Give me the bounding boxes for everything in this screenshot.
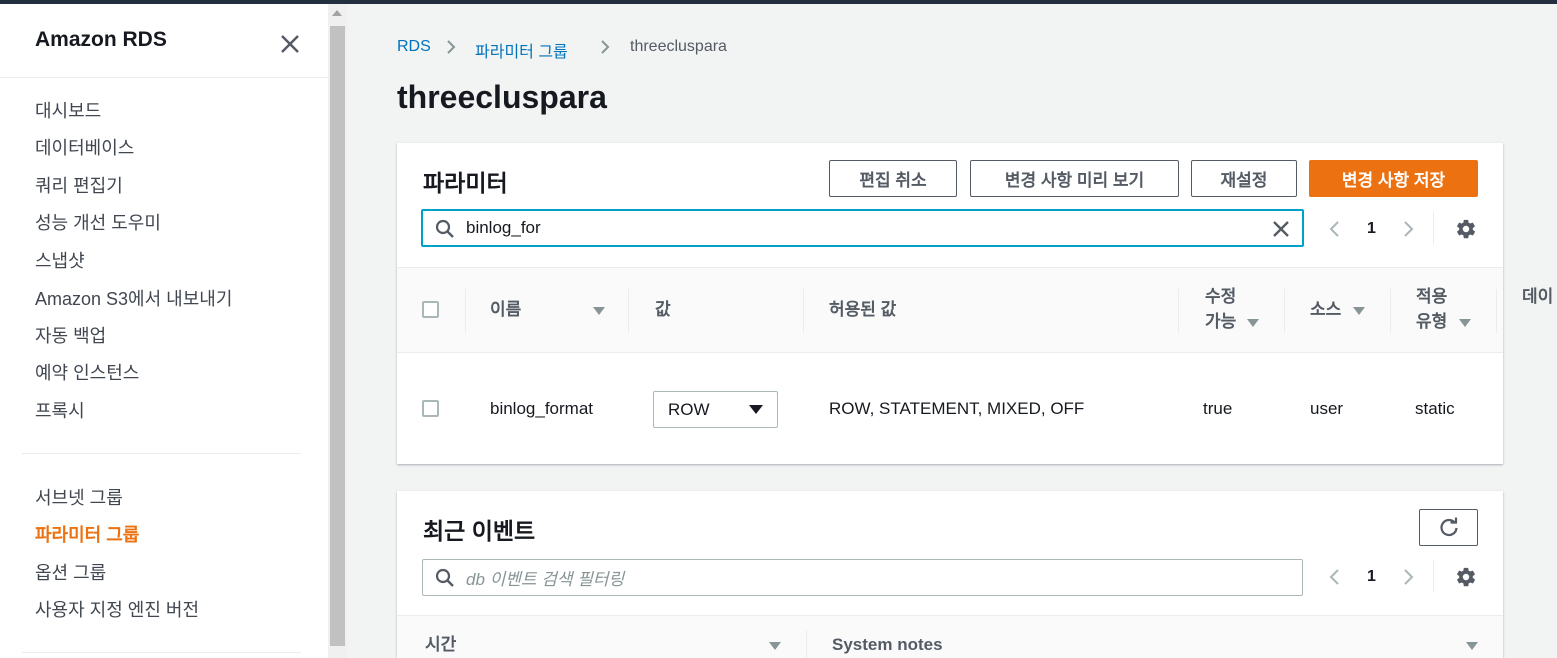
sidebar: Amazon RDS 대시보드 데이터베이스 쿼리 편집기 성능 개선 도우미 … xyxy=(0,4,328,658)
events-search-placeholder: db 이벤트 검색 필터링 xyxy=(466,570,625,589)
breadcrumb-parameter-groups[interactable]: 파라미터 그룹 xyxy=(475,38,568,62)
save-changes-button[interactable]: 변경 사항 저장 xyxy=(1309,160,1478,197)
caret-down-icon xyxy=(749,405,763,414)
page-title: threecluspara xyxy=(397,79,607,115)
cell-apply-type: static xyxy=(1415,399,1455,418)
events-table-header: 시간 System notes xyxy=(397,615,1503,658)
sort-down-icon[interactable] xyxy=(1247,319,1259,327)
column-separator xyxy=(1496,289,1497,333)
sidebar-item-snapshots[interactable]: 스냅샷 xyxy=(35,247,85,273)
row-checkbox[interactable] xyxy=(422,400,439,417)
sidebar-item-s3-export[interactable]: Amazon S3에서 내보내기 xyxy=(35,285,232,311)
column-separator xyxy=(806,630,807,658)
page-number[interactable]: 1 xyxy=(1367,568,1376,586)
sort-down-icon[interactable] xyxy=(593,307,605,315)
previous-page-icon[interactable] xyxy=(1328,567,1342,587)
reset-button[interactable]: 재설정 xyxy=(1191,160,1297,197)
sidebar-item-subnet-groups[interactable]: 서브넷 그룹 xyxy=(35,484,123,510)
refresh-button[interactable] xyxy=(1419,509,1478,546)
sidebar-item-option-groups[interactable]: 옵션 그룹 xyxy=(35,559,106,585)
scroll-up-arrow-icon[interactable] xyxy=(332,10,342,16)
column-header-value: 값 xyxy=(655,300,671,319)
parameters-title: 파라미터 xyxy=(423,170,508,196)
column-header-data-type-line1: 데이 xyxy=(1522,287,1554,306)
refresh-icon xyxy=(1438,517,1460,539)
clear-search-icon[interactable] xyxy=(1271,219,1291,239)
value-select[interactable]: ROW xyxy=(653,391,778,428)
column-header-allowed-values: 허용된 값 xyxy=(829,300,897,319)
column-header-apply-type-label: 유형 xyxy=(1416,312,1448,331)
pager-divider xyxy=(1433,560,1434,592)
pager-divider xyxy=(1433,212,1434,244)
breadcrumb-rds[interactable]: RDS xyxy=(397,38,431,56)
column-header-name-label: 이름 xyxy=(490,300,522,319)
next-page-icon[interactable] xyxy=(1401,219,1415,239)
column-separator xyxy=(465,289,466,333)
column-separator xyxy=(1284,289,1285,333)
sidebar-header: Amazon RDS xyxy=(0,4,328,78)
sidebar-divider xyxy=(22,453,301,454)
column-header-time[interactable]: 시간 xyxy=(425,632,456,657)
sidebar-item-proxies[interactable]: 프록시 xyxy=(35,397,85,423)
sidebar-item-performance-insights[interactable]: 성능 개선 도우미 xyxy=(35,209,161,235)
column-separator xyxy=(1178,289,1179,333)
sort-down-icon[interactable] xyxy=(1459,319,1471,327)
cell-allowed-values: ROW, STATEMENT, MIXED, OFF xyxy=(829,399,1085,418)
parameter-search-input[interactable]: binlog_for xyxy=(421,209,1304,247)
chevron-right-icon xyxy=(598,38,612,56)
sidebar-item-parameter-groups[interactable]: 파라미터 그룹 xyxy=(35,521,139,547)
breadcrumb-current: threecluspara xyxy=(630,38,727,55)
search-input-value: binlog_for xyxy=(466,218,541,237)
cell-name: binlog_format xyxy=(490,399,594,418)
parameters-card: 파라미터 편집 취소 변경 사항 미리 보기 재설정 변경 사항 저장 binl… xyxy=(397,143,1553,464)
chevron-right-icon xyxy=(444,38,458,56)
column-header-name[interactable]: 이름 xyxy=(490,297,521,322)
sidebar-item-dashboard[interactable]: 대시보드 xyxy=(35,97,101,123)
events-search-input[interactable]: db 이벤트 검색 필터링 xyxy=(422,559,1303,596)
sidebar-item-custom-engine-versions[interactable]: 사용자 지정 엔진 버전 xyxy=(35,596,199,622)
cell-modifiable: true xyxy=(1203,399,1233,418)
column-header-system-notes[interactable]: System notes xyxy=(832,632,943,657)
sidebar-item-databases[interactable]: 데이터베이스 xyxy=(35,134,134,160)
search-icon xyxy=(435,219,455,239)
sort-down-icon[interactable] xyxy=(1353,307,1365,315)
select-all-checkbox[interactable] xyxy=(422,301,439,318)
sidebar-item-automated-backups[interactable]: 자동 백업 xyxy=(35,322,106,348)
sidebar-scrollbar[interactable] xyxy=(328,4,347,658)
recent-events-title: 최근 이벤트 xyxy=(423,518,536,544)
column-header-source[interactable]: 소스 xyxy=(1310,297,1341,322)
cancel-edit-button[interactable]: 편집 취소 xyxy=(829,160,957,197)
close-icon[interactable] xyxy=(278,32,302,56)
table-row: binlog_format ROW ROW, STATEMENT, MIXED,… xyxy=(397,353,1503,464)
column-header-source-label: 소스 xyxy=(1310,300,1342,319)
recent-events-card: 최근 이벤트 db 이벤트 검색 필터링 1 시간 System notes xyxy=(397,491,1503,658)
column-header-modifiable[interactable]: 가능 xyxy=(1205,309,1236,334)
sidebar-divider xyxy=(22,652,301,653)
next-page-icon[interactable] xyxy=(1401,567,1415,587)
sidebar-title: Amazon RDS xyxy=(35,28,167,51)
column-header-modifiable-line1: 수정 xyxy=(1205,287,1237,306)
parameters-table-header: 이름 값 허용된 값 수정 가능 소스 적용 유형 데이 xyxy=(397,267,1553,353)
sort-down-icon[interactable] xyxy=(769,642,781,650)
sort-down-icon[interactable] xyxy=(1466,642,1478,650)
cell-source: user xyxy=(1310,399,1344,418)
column-separator xyxy=(1390,289,1391,333)
gear-icon[interactable] xyxy=(1455,566,1477,588)
sidebar-item-reserved-instances[interactable]: 예약 인스턴스 xyxy=(35,359,139,385)
page-number[interactable]: 1 xyxy=(1367,220,1376,238)
column-separator xyxy=(628,289,629,333)
gear-icon[interactable] xyxy=(1455,218,1477,240)
column-header-apply-type-line1: 적용 xyxy=(1416,287,1448,306)
sidebar-item-query-editor[interactable]: 쿼리 편집기 xyxy=(35,172,123,198)
column-header-apply-type[interactable]: 유형 xyxy=(1416,309,1447,334)
column-separator xyxy=(803,289,804,333)
column-header-modifiable-label: 가능 xyxy=(1205,312,1237,331)
value-select-value: ROW xyxy=(668,400,710,419)
scroll-thumb[interactable] xyxy=(330,26,345,646)
preview-changes-button[interactable]: 변경 사항 미리 보기 xyxy=(970,160,1179,197)
previous-page-icon[interactable] xyxy=(1328,219,1342,239)
search-icon xyxy=(435,568,455,588)
